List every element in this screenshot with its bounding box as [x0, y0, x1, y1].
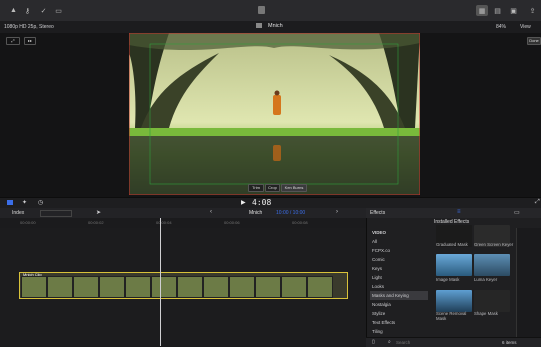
effects-tab[interactable]: Effects	[370, 210, 385, 216]
share-export-icon[interactable]: ⇪	[527, 5, 538, 16]
toolbar: ▲ ⚷ ✓ ▭ ▦ ▤ ▣ ⇪	[0, 0, 541, 22]
view-menu[interactable]: View	[520, 24, 531, 30]
category-light[interactable]: Light	[370, 273, 428, 282]
format-label: 1080p HD 25p, Stereo	[4, 24, 54, 30]
effect-label: Image Mask	[436, 277, 460, 282]
category-stylize[interactable]: Stylize	[370, 309, 428, 318]
crop-toggle[interactable]: ▸▸	[24, 37, 36, 45]
effect-label: Shape Mask	[474, 311, 498, 316]
category-all[interactable]: All	[370, 237, 428, 246]
close-icon[interactable]: ▭	[514, 209, 520, 216]
done-button[interactable]: Done	[527, 37, 541, 45]
ruler-tick: 00:00:04	[156, 220, 172, 225]
clip-thumbnail	[47, 276, 73, 298]
scene-removal-mask-thumb[interactable]	[436, 290, 472, 312]
clip-thumbnail	[125, 276, 151, 298]
arrow-tool-icon[interactable]: ➤	[96, 209, 101, 216]
fullscreen-icon[interactable]: ⤢	[535, 199, 540, 206]
clip-thumbnail	[255, 276, 281, 298]
clip-thumbnail	[177, 276, 203, 298]
category-looks[interactable]: Looks	[370, 282, 428, 291]
key-icon[interactable]: ⚷	[22, 5, 33, 16]
speed-icon[interactable]: ◷	[38, 199, 43, 206]
monk-in-forest-image	[129, 33, 420, 195]
inspector-icon[interactable]: ▣	[508, 5, 519, 16]
ruler-tick: 00:00:06	[224, 220, 240, 225]
category-masks-keying[interactable]: Masks and Keying	[370, 291, 428, 300]
effects-search-input[interactable]	[394, 339, 458, 346]
clip-thumbnail	[307, 276, 333, 298]
shape-mask-thumb[interactable]	[474, 290, 510, 312]
clip-thumbnail	[21, 276, 47, 298]
ruler-tick: 00:00:08	[292, 220, 308, 225]
image-mask-thumb[interactable]	[436, 254, 472, 276]
enhance-icon[interactable]	[7, 200, 13, 205]
viewer-header: 1080p HD 25p, Stereo Mnich 84% View	[0, 21, 541, 33]
category-keys[interactable]: Keys	[370, 264, 428, 273]
luma-keyer-thumb[interactable]	[474, 254, 510, 276]
ruler-tick: 00:00:00	[20, 220, 36, 225]
check-icon[interactable]: ✓	[38, 5, 49, 16]
effect-label: Luma Keyer	[474, 277, 498, 282]
audio-meter-strip	[516, 228, 541, 337]
crop-button[interactable]: Crop	[265, 184, 280, 192]
transform-mode-bar: Trim Crop Ken Burns	[248, 184, 307, 192]
timecode-display[interactable]: 4:08	[252, 198, 271, 207]
adjust-icon[interactable]: ≡	[457, 209, 461, 215]
ruler-tick: 00:00:02	[88, 220, 104, 225]
grid-icon[interactable]: ▤	[492, 5, 503, 16]
video-frame[interactable]	[129, 33, 420, 195]
clip-thumbnail	[99, 276, 125, 298]
effect-label: Scene Removal Mask	[436, 311, 467, 321]
back-icon[interactable]: ‹	[210, 209, 212, 215]
ken-burns-button[interactable]: Ken Burns	[281, 184, 307, 192]
zoom-dropdown[interactable]: 84%	[496, 24, 506, 30]
effects-header: Effects ≡ ▭	[366, 208, 541, 218]
playhead[interactable]	[160, 218, 161, 346]
search-icon: ⌕	[388, 339, 391, 345]
share-icon[interactable]: ▭	[53, 5, 64, 16]
clip-thumbnail	[73, 276, 99, 298]
category-nostalgia[interactable]: Nostalgia	[370, 300, 428, 309]
play-icon[interactable]: ▶	[241, 199, 246, 206]
wand-icon[interactable]: ✦	[22, 199, 27, 206]
index-button[interactable]: Index	[12, 210, 24, 216]
clip-thumbnail	[281, 276, 307, 298]
clip-thumbnail	[229, 276, 255, 298]
clip-thumbnail	[203, 276, 229, 298]
import-icon[interactable]: ▲	[8, 5, 19, 16]
timeline-range: 10:00 / 10:00	[276, 210, 306, 216]
clip-thumbnail	[151, 276, 177, 298]
film-icon	[258, 6, 265, 14]
category-fcpx[interactable]: FCPX.co	[370, 246, 428, 255]
project-title: Mnich	[268, 23, 283, 29]
effect-label: Graduated Mask	[436, 242, 468, 247]
clapper-icon	[256, 23, 262, 28]
trim-button[interactable]: Trim	[248, 184, 264, 192]
forward-icon[interactable]: ›	[336, 209, 338, 215]
edit-tools[interactable]	[40, 210, 72, 217]
timeline-project-name[interactable]: Mnich	[249, 210, 262, 216]
category-text-effects[interactable]: Text Effects	[370, 318, 428, 327]
category-video[interactable]: VIDEO	[370, 228, 428, 237]
transform-toggle[interactable]: ⤢	[6, 37, 20, 45]
effect-label: Green Screen Keyer	[474, 242, 514, 247]
sidebar-toggle-icon[interactable]: ▯	[372, 339, 375, 345]
library-toggle-icon[interactable]: ▦	[476, 5, 488, 16]
item-count: 6 items	[502, 340, 517, 345]
category-tiling[interactable]: Tiling	[370, 327, 428, 336]
category-comic[interactable]: Comic	[370, 255, 428, 264]
